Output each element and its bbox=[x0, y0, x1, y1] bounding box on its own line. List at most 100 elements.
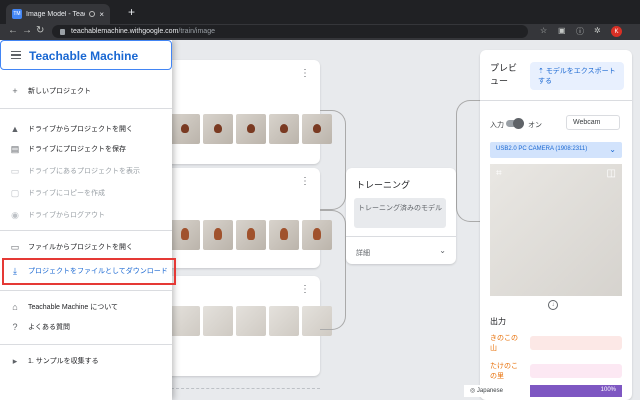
more-options-icon[interactable]: ⋮ bbox=[300, 176, 310, 187]
menu-item-logout-drive[interactable]: ◉ ドライブからログアウト bbox=[0, 206, 172, 224]
menu-item-save-drive[interactable]: ▤ ドライブにプロジェクトを保存 bbox=[0, 140, 172, 158]
language-select[interactable]: ◎ Japanese bbox=[464, 385, 524, 397]
star-icon[interactable]: ☆ bbox=[540, 26, 547, 35]
drawer-header: Teachable Machine bbox=[0, 40, 172, 70]
more-options-icon[interactable]: ⋮ bbox=[300, 68, 310, 79]
sample-image[interactable] bbox=[170, 114, 200, 144]
menu-item-label: 1. サンプルを収集する bbox=[28, 358, 99, 365]
menu-item-about[interactable]: ⌂ Teachable Machine について bbox=[0, 298, 172, 316]
browser-tabbar: TM Image Model - Teachable M × + bbox=[0, 0, 640, 24]
webcam-preview: ⌗ ◫ bbox=[490, 164, 622, 296]
menu-item-collect-samples[interactable]: ▸ 1. サンプルを収集する bbox=[0, 352, 172, 370]
class-card-1: ⋮ bbox=[150, 60, 332, 164]
folder-open-icon: ▭ bbox=[10, 241, 20, 252]
forward-icon[interactable]: → bbox=[22, 25, 32, 36]
input-source-select[interactable]: Webcam bbox=[566, 115, 620, 130]
export-label: モデルをエクスポートする bbox=[538, 68, 616, 85]
drive-icon: ▲ bbox=[10, 124, 20, 134]
confidence-bar-2 bbox=[530, 364, 622, 378]
sample-image[interactable] bbox=[269, 306, 299, 336]
more-options-icon[interactable]: ⋮ bbox=[300, 284, 310, 295]
details-toggle-label[interactable]: 詳細 bbox=[356, 248, 370, 258]
camera-name: USB2.0 PC CAMERA (1908:2311) bbox=[496, 146, 588, 152]
folder-icon: ▭ bbox=[10, 165, 20, 176]
new-tab-button[interactable]: + bbox=[128, 5, 135, 19]
sample-image[interactable] bbox=[170, 306, 200, 336]
browser-tab[interactable]: TM Image Model - Teachable M × bbox=[6, 4, 110, 24]
sample-thumbnails bbox=[170, 306, 332, 336]
connector-line bbox=[320, 210, 346, 330]
menu-item-faq[interactable]: ? よくある質問 bbox=[0, 318, 172, 336]
menu-item-show-drive[interactable]: ▭ ドライブにあるプロジェクトを表示 bbox=[0, 162, 172, 180]
menu-item-open-file[interactable]: ▭ ファイルからプロジェクトを開く bbox=[0, 238, 172, 256]
zoom-indicator: 100% bbox=[530, 385, 622, 397]
camera-select[interactable]: USB2.0 PC CAMERA (1908:2311) ⌄ bbox=[490, 142, 622, 158]
preview-card: プレビュー ⇡ モデルをエクスポートする 入力 オン Webcam USB2.0… bbox=[480, 50, 632, 400]
on-label: オン bbox=[528, 122, 542, 129]
save-icon: ▤ bbox=[10, 143, 20, 154]
recording-icon bbox=[89, 11, 96, 17]
extension-icon[interactable]: ▣ bbox=[558, 26, 566, 35]
training-title: トレーニング bbox=[356, 180, 411, 190]
url-bar[interactable]: teachablemachine.withgoogle.com/train/im… bbox=[52, 25, 528, 38]
sample-image[interactable] bbox=[203, 306, 233, 336]
address-row: ← → ↻ teachablemachine.withgoogle.com/tr… bbox=[0, 24, 640, 40]
menu-item-label: Teachable Machine について bbox=[28, 304, 119, 311]
puzzle-icon[interactable]: ✲ bbox=[594, 26, 601, 35]
menu-icon[interactable] bbox=[11, 51, 21, 59]
output-label: 出力 bbox=[490, 317, 506, 326]
divider bbox=[0, 108, 172, 109]
tab-close-icon[interactable]: × bbox=[99, 10, 104, 19]
menu-item-open-drive[interactable]: ▲ ドライブからプロジェクトを開く bbox=[0, 120, 172, 138]
preview-title: プレビュー bbox=[490, 63, 518, 86]
url-host: teachablemachine.withgoogle.com bbox=[71, 28, 179, 35]
menu-item-copy-drive[interactable]: ▢ ドライブにコピーを作成 bbox=[0, 184, 172, 202]
reload-icon[interactable]: ↻ bbox=[36, 25, 44, 36]
sample-image[interactable] bbox=[203, 220, 233, 250]
sample-image[interactable] bbox=[269, 220, 299, 250]
sample-image[interactable] bbox=[236, 220, 266, 250]
menu-item-label: ドライブにあるプロジェクトを表示 bbox=[28, 168, 140, 175]
class-name-2: たけのこの里 bbox=[490, 363, 518, 380]
sample-image[interactable] bbox=[269, 114, 299, 144]
confidence-bar-1 bbox=[530, 336, 622, 350]
connector-line bbox=[320, 110, 346, 210]
menu-item-label: ドライブからログアウト bbox=[28, 212, 105, 219]
menu-item-label: ドライブにプロジェクトを保存 bbox=[28, 146, 126, 153]
sample-image[interactable] bbox=[203, 114, 233, 144]
upload-icon: ⇡ bbox=[538, 68, 546, 75]
profile-avatar[interactable]: K bbox=[611, 26, 622, 37]
export-model-button[interactable]: ⇡ モデルをエクスポートする bbox=[530, 62, 624, 90]
sample-image[interactable] bbox=[170, 220, 200, 250]
train-model-button[interactable]: トレーニング済みのモデル bbox=[354, 198, 446, 228]
menu-item-label: よくある質問 bbox=[28, 324, 70, 331]
divider bbox=[346, 236, 456, 237]
menu-item-label: ドライブからプロジェクトを開く bbox=[28, 126, 133, 133]
class-card-3: ⋮ bbox=[150, 276, 332, 376]
menu-item-new-project[interactable]: + 新しいプロジェクト bbox=[0, 82, 172, 100]
divider bbox=[0, 344, 172, 345]
account-icon: ◉ bbox=[11, 209, 19, 220]
tm-favicon-icon: TM bbox=[12, 9, 22, 19]
class-card-2: ⋮ bbox=[150, 168, 332, 268]
menu-item-label: ドライブにコピーを作成 bbox=[28, 190, 105, 197]
divider bbox=[0, 290, 172, 291]
url-path: /train/image bbox=[178, 28, 215, 35]
menu-item-label: ファイルからプロジェクトを開く bbox=[28, 244, 133, 251]
class-name-1: きのこの山 bbox=[490, 335, 518, 352]
side-drawer: Teachable Machine + 新しいプロジェクト ▲ ドライブからプロジェ… bbox=[0, 40, 176, 400]
sample-image[interactable] bbox=[236, 114, 266, 144]
play-icon: ▸ bbox=[12, 355, 18, 366]
divider bbox=[480, 100, 632, 101]
crop-icon[interactable]: ⌗ bbox=[496, 168, 502, 179]
sample-image[interactable] bbox=[236, 306, 266, 336]
input-toggle[interactable] bbox=[506, 118, 524, 129]
training-card: トレーニング トレーニング済みのモデル 詳細 ⌄ bbox=[346, 168, 456, 264]
sample-thumbnails bbox=[170, 114, 332, 144]
back-icon[interactable]: ← bbox=[8, 25, 18, 36]
chevron-down-icon[interactable]: ⌄ bbox=[439, 246, 446, 255]
info-icon[interactable]: ⓘ bbox=[576, 26, 584, 37]
flip-icon[interactable]: ◫ bbox=[607, 168, 616, 179]
lock-icon bbox=[60, 28, 65, 35]
page-area: ⋮ ⋮ ⋮ トレーニング トレーニング済みのモデル 詳細 ⌄ プレビュー ⇡ モ… bbox=[0, 40, 640, 400]
